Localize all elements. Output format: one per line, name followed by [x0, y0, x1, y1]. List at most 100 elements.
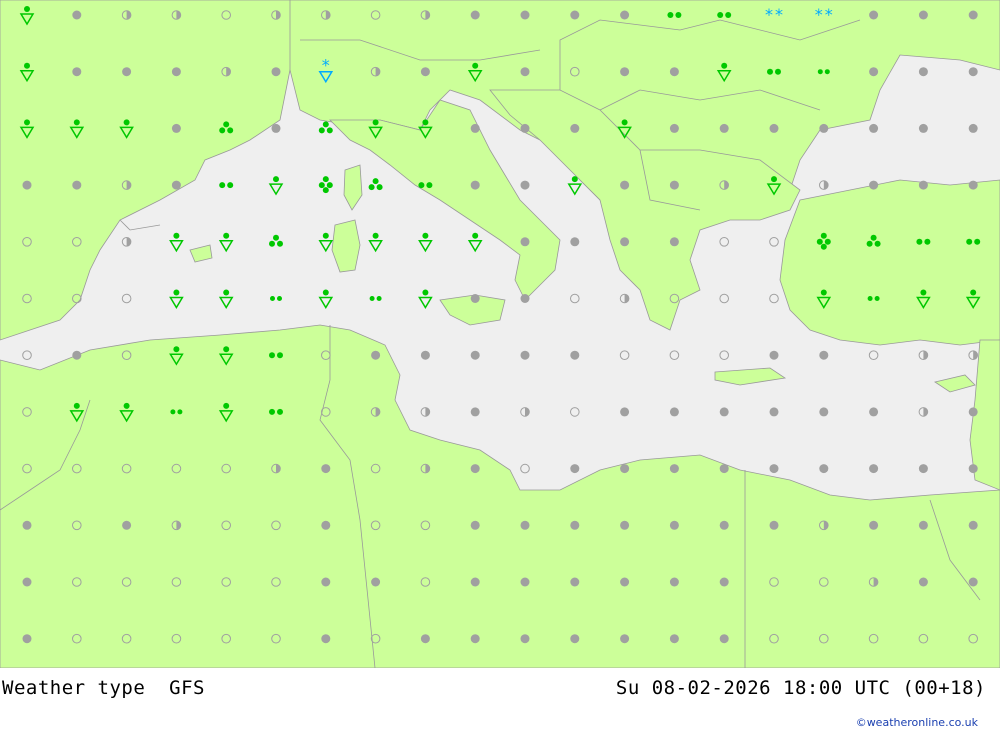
overcast-dot: [470, 464, 480, 474]
overcast-dot: [719, 123, 729, 133]
svg-text:*: *: [775, 5, 783, 24]
overcast-dot: [271, 67, 281, 77]
overcast-dot: [570, 10, 580, 20]
overcast-dot: [620, 10, 630, 20]
overcast-dot: [470, 634, 480, 644]
overcast-dot: [669, 180, 679, 190]
overcast-dot: [819, 407, 829, 417]
overcast-dot: [719, 464, 729, 474]
overcast-dot: [22, 634, 32, 644]
overcast-dot: [520, 634, 530, 644]
overcast-dot: [918, 67, 928, 77]
overcast-dot: [869, 407, 879, 417]
overcast-dot: [769, 520, 779, 530]
overcast-dot: [918, 123, 928, 133]
overcast-dot: [719, 577, 729, 587]
overcast-dot: [470, 180, 480, 190]
overcast-dot: [719, 634, 729, 644]
overcast-dot: [72, 67, 82, 77]
svg-text:*: *: [765, 5, 773, 24]
overcast-dot: [520, 180, 530, 190]
overcast-dot: [470, 294, 480, 303]
overcast-dot: [122, 520, 132, 530]
overcast-dot: [669, 520, 679, 530]
overcast-dot: [968, 577, 978, 587]
overcast-dot: [620, 464, 630, 474]
overcast-dot: [171, 180, 181, 190]
overcast-dot: [470, 123, 480, 133]
overcast-dot: [769, 350, 779, 360]
overcast-dot: [769, 407, 779, 417]
overcast-dot: [520, 350, 530, 360]
overcast-dot: [371, 350, 381, 360]
overcast-dot: [819, 123, 829, 133]
overcast-dot: [321, 520, 331, 530]
svg-text:*: *: [815, 5, 823, 24]
overcast-dot: [719, 407, 729, 417]
overcast-dot: [271, 123, 281, 133]
overcast-dot: [470, 577, 480, 587]
overcast-dot: [470, 10, 480, 20]
overcast-dot: [669, 577, 679, 587]
overcast-dot: [918, 464, 928, 474]
overcast-dot: [968, 67, 978, 77]
overcast-dot: [719, 520, 729, 530]
overcast-dot: [669, 407, 679, 417]
overcast-dot: [520, 123, 530, 133]
overcast-dot: [669, 67, 679, 77]
overcast-dot: [669, 464, 679, 474]
overcast-dot: [769, 464, 779, 474]
overcast-dot: [620, 577, 630, 587]
overcast-dot: [520, 67, 530, 77]
overcast-dot: [72, 350, 82, 360]
overcast-dot: [470, 520, 480, 530]
overcast-dot: [968, 407, 978, 417]
overcast-dot: [620, 520, 630, 530]
overcast-dot: [869, 464, 879, 474]
overcast-dot: [321, 464, 331, 474]
overcast-dot: [918, 180, 928, 190]
overcast-dot: [171, 67, 181, 77]
overcast-dot: [918, 577, 928, 587]
overcast-dot: [620, 634, 630, 644]
overcast-dot: [869, 67, 879, 77]
overcast-dot: [620, 180, 630, 190]
model-label: GFS: [169, 677, 205, 699]
overcast-dot: [470, 350, 480, 360]
overcast-dot: [520, 237, 530, 247]
overcast-dot: [869, 520, 879, 530]
overcast-dot: [819, 350, 829, 360]
overcast-dot: [72, 10, 82, 20]
overcast-dot: [72, 180, 82, 190]
overcast-dot: [171, 123, 181, 133]
overcast-dot: [669, 237, 679, 247]
footer-title: Weather type GFS: [2, 677, 205, 699]
overcast-dot: [620, 237, 630, 247]
credit-link[interactable]: ©weatheronline.co.uk: [856, 716, 978, 729]
overcast-dot: [122, 67, 132, 77]
overcast-dot: [869, 10, 879, 20]
overcast-dot: [620, 67, 630, 77]
product-label: Weather type: [2, 677, 146, 699]
land-anatolia: [779, 179, 1000, 346]
overcast-dot: [520, 520, 530, 530]
overcast-dot: [769, 123, 779, 133]
overcast-dot: [570, 237, 580, 247]
overcast-dot: [570, 634, 580, 644]
overcast-dot: [968, 520, 978, 530]
overcast-dot: [918, 10, 928, 20]
overcast-dot: [669, 634, 679, 644]
overcast-dot: [968, 464, 978, 474]
overcast-dot: [819, 464, 829, 474]
overcast-dot: [869, 180, 879, 190]
svg-text:*: *: [825, 5, 833, 24]
overcast-dot: [22, 180, 32, 190]
valid-time-label: Su 08-02-2026 18:00 UTC (00+18): [615, 677, 986, 699]
overcast-dot: [570, 464, 580, 474]
overcast-dot: [520, 577, 530, 587]
overcast-dot: [520, 10, 530, 20]
overcast-dot: [968, 123, 978, 133]
overcast-dot: [968, 180, 978, 190]
overcast-dot: [22, 577, 32, 587]
overcast-dot: [570, 350, 580, 360]
